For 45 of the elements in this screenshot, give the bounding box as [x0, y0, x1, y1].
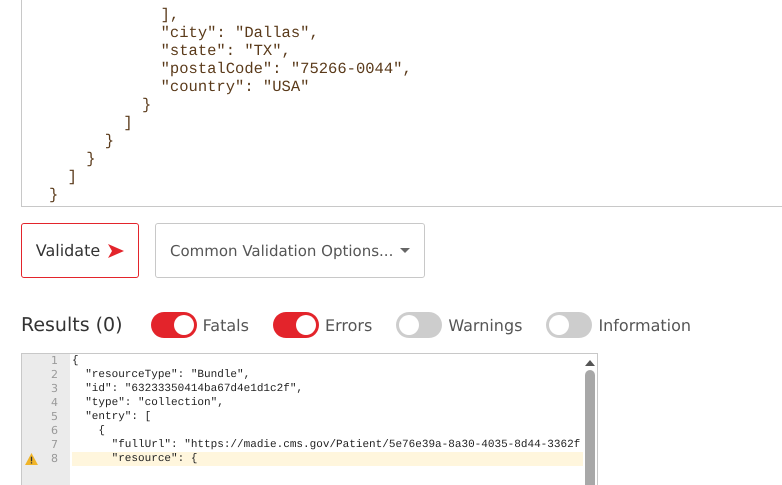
- line-number: 1: [51, 354, 58, 368]
- code-line: "city": "Dallas",: [160, 24, 320, 42]
- line-number: 5: [51, 410, 58, 424]
- filter-label: Fatals: [202, 316, 249, 334]
- options-dropdown[interactable]: Common Validation Options...: [155, 223, 425, 278]
- code-line: "state": "TX",: [160, 42, 292, 60]
- send-icon: [108, 244, 124, 258]
- filter-label: Warnings: [448, 316, 522, 334]
- code-line: "resourceType": "Bundle",: [84, 368, 252, 382]
- code-line: }: [104, 132, 116, 150]
- line-number: 4: [51, 396, 58, 410]
- code-line: }: [49, 186, 60, 204]
- code-line: ]: [122, 114, 134, 132]
- scrollbar-thumb[interactable]: [585, 370, 595, 485]
- code-line: "entry": [: [84, 410, 152, 424]
- code-line: ],: [160, 6, 180, 24]
- code-line: "country": "USA": [160, 78, 310, 96]
- code-line: "fullUrl": "https://madie.cms.gov/Patient/5e76e39a-8a30-4035-8d44-3362f: [110, 438, 582, 452]
- code-editor[interactable]: ], "city": "Dallas", "state": "TX", "postalCode": "75266-0044", "country": "USA" } ] } } ] }: [21, 0, 782, 207]
- warning-icon: [25, 453, 38, 465]
- code-line: }: [141, 96, 152, 114]
- filter-label: Information: [598, 316, 692, 334]
- toggle-switch[interactable]: [396, 312, 442, 338]
- validate-button[interactable]: Validate: [21, 223, 139, 278]
- filter-label: Errors: [324, 316, 372, 334]
- line-number: 3: [51, 382, 58, 396]
- code-line: {: [72, 354, 80, 368]
- code-line: ]: [66, 168, 78, 186]
- toggle-switch[interactable]: [150, 312, 197, 338]
- caret-icon: [400, 248, 410, 253]
- toggle-switch[interactable]: [546, 312, 592, 338]
- results-title: Results (0): [21, 314, 123, 336]
- line-number: 8: [51, 452, 58, 466]
- code-line: "id": "63233350414ba67d4e1d1c2f",: [84, 382, 304, 396]
- code-line: {: [97, 424, 106, 438]
- line-number: 6: [51, 424, 58, 438]
- code-line: "type": "collection",: [84, 396, 225, 410]
- code-line: }: [85, 150, 97, 168]
- dropdown-value: Common Validation Options...: [170, 242, 394, 260]
- toggle-switch[interactable]: [272, 312, 319, 338]
- line-number: 7: [51, 438, 58, 452]
- result-editor[interactable]: 1 2 3 4 5 6 7 8 { "resourceType": "Bundle", "id": "63233350414ba67d4e1d1c2f", "type": "collection", "entry": [ { "fullUrl": "https://madie.cms.gov/Patient/5e76e39a-8a30-4035-8d44-3362f "resource": {: [21, 353, 598, 485]
- line-number: 2: [51, 368, 58, 382]
- scroll-up-icon: [585, 360, 595, 366]
- code-line: "postalCode": "75266-0044",: [160, 60, 413, 78]
